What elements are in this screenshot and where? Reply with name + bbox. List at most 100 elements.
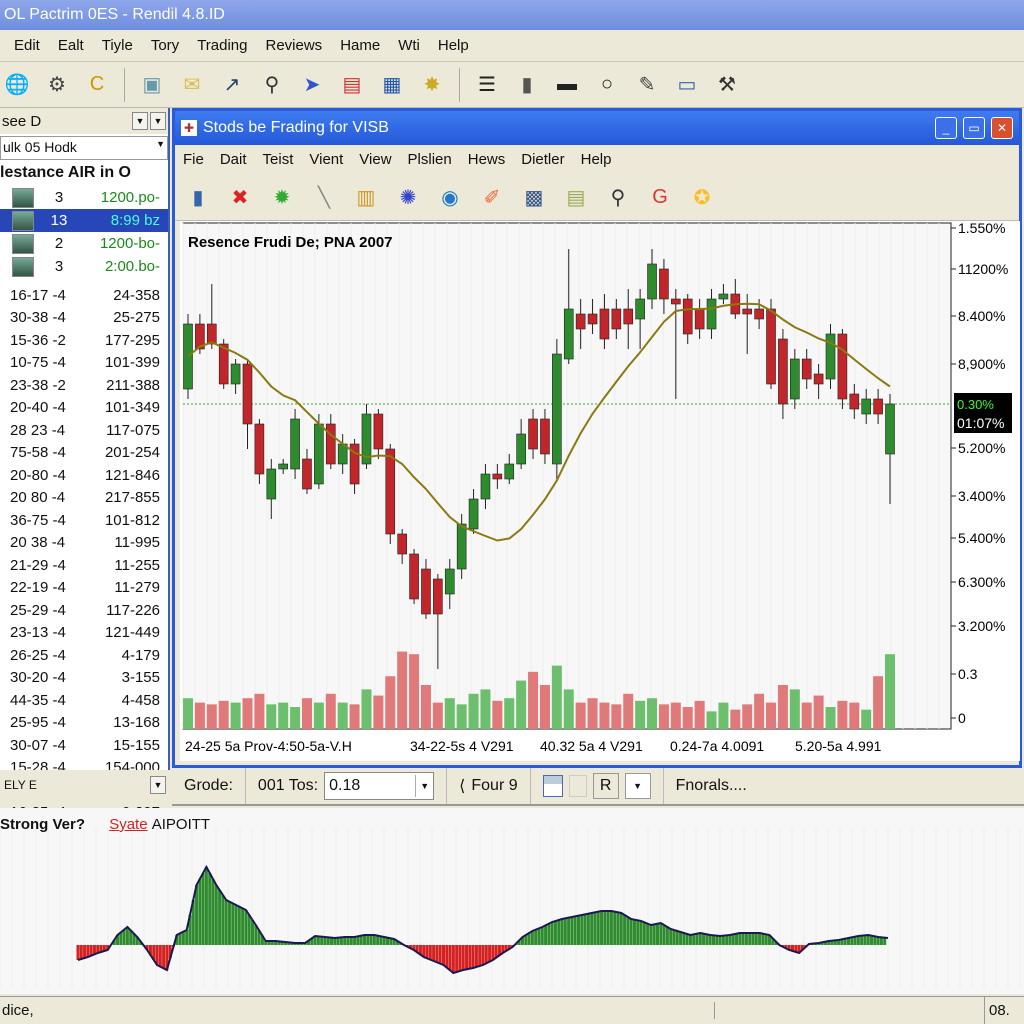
candle-body[interactable] <box>837 333 848 400</box>
candle-body[interactable] <box>206 323 217 345</box>
list-item[interactable]: 22-19 -4 11-279 <box>0 577 168 600</box>
minimize-button[interactable]: _ <box>935 117 957 139</box>
magnifier-icon[interactable]: ⚲ <box>259 72 285 98</box>
candle-body[interactable] <box>885 403 895 455</box>
badge-icon[interactable]: ✪ <box>689 185 715 211</box>
candle-body[interactable] <box>409 553 419 600</box>
candle-body[interactable] <box>290 418 300 470</box>
candle-body[interactable] <box>849 393 860 410</box>
symbol-combo[interactable]: ulk 05 Hodk ▼ <box>0 136 168 160</box>
dropdown-button[interactable]: ▼ <box>624 773 651 799</box>
list-item[interactable]: 20 38 -4 11-995 <box>0 532 168 555</box>
candle-body[interactable] <box>861 398 872 415</box>
candle-body[interactable] <box>421 568 431 615</box>
candle-body[interactable] <box>540 418 550 455</box>
candle-body[interactable] <box>433 578 443 615</box>
candle-body[interactable] <box>706 298 717 330</box>
edit-icon[interactable]: ✐ <box>479 185 505 211</box>
candle-body[interactable] <box>766 308 776 385</box>
chart-icon[interactable]: ▥ <box>353 185 379 211</box>
candle-body[interactable] <box>314 423 324 485</box>
candle-body[interactable] <box>492 473 503 480</box>
chart-menu-item[interactable]: Dait <box>220 151 247 169</box>
chart-menu-item[interactable]: View <box>359 151 391 169</box>
chart-menu-item[interactable]: Teist <box>263 151 294 169</box>
pen-icon[interactable]: ✎ <box>634 72 660 98</box>
maximize-button[interactable]: ▭ <box>963 117 985 139</box>
refresh-icon[interactable]: G <box>647 185 673 211</box>
candle-body[interactable] <box>754 308 764 320</box>
candle-body[interactable] <box>587 313 598 325</box>
symbol-row[interactable]: 13 8:99 bz <box>0 209 168 232</box>
symbol-row[interactable]: 3 2:00.bo- <box>0 255 168 278</box>
dropdown-button[interactable]: ▼ <box>150 112 166 130</box>
candle-body[interactable] <box>599 308 610 340</box>
search-icon[interactable]: ○ <box>594 72 620 98</box>
candle-body[interactable] <box>671 298 681 305</box>
chart-menu-item[interactable]: Dietler <box>521 151 564 169</box>
tos-select[interactable]: 0.18 ▼ <box>324 772 435 800</box>
candle-body[interactable] <box>254 423 265 475</box>
candle-body[interactable] <box>575 313 586 330</box>
close-button[interactable]: ✕ <box>991 117 1013 139</box>
document-icon[interactable]: ▮ <box>185 185 211 211</box>
candle-body[interactable] <box>623 308 634 325</box>
list-item[interactable]: 30-20 -4 3-155 <box>0 667 168 690</box>
candle-body[interactable] <box>373 413 384 450</box>
candle-body[interactable] <box>444 568 455 595</box>
candle-body[interactable] <box>242 363 253 425</box>
candle-body[interactable] <box>694 308 705 330</box>
list-icon[interactable]: ☰ <box>474 72 500 98</box>
blank-icon[interactable] <box>568 775 587 797</box>
menu-item[interactable]: Wti <box>398 37 420 54</box>
list-item[interactable]: 20-40 -4 101-349 <box>0 397 168 420</box>
star-icon[interactable]: ✸ <box>419 72 445 98</box>
list-item[interactable]: 20 80 -4 217-855 <box>0 487 168 510</box>
list-item[interactable]: 10-75 -4 101-399 <box>0 352 168 375</box>
list-item[interactable]: 23-13 -4 121-449 <box>0 622 168 645</box>
cursor-icon[interactable]: ➤ <box>299 72 325 98</box>
candle-body[interactable] <box>385 448 396 535</box>
four-button[interactable]: ⟨ Four 9 <box>447 768 531 804</box>
menu-item[interactable]: Reviews <box>266 37 323 54</box>
gear-icon[interactable]: ✹ <box>269 185 295 211</box>
list-item[interactable]: 26-25 -4 4-179 <box>0 644 168 667</box>
candle-body[interactable] <box>790 358 800 400</box>
chart-menu-item[interactable]: Vient <box>309 151 343 169</box>
chart-menu-item[interactable]: Fie <box>183 151 204 169</box>
report-icon[interactable]: ▤ <box>563 185 589 211</box>
window-icon[interactable]: ▭ <box>674 72 700 98</box>
picture-icon[interactable]: ▣ <box>139 72 165 98</box>
flag-icon[interactable]: ▤ <box>339 72 365 98</box>
hammer-icon[interactable]: ⚒ <box>714 72 740 98</box>
chart-menu-item[interactable]: Hews <box>468 151 506 169</box>
r-button[interactable]: R <box>592 773 619 799</box>
menu-item[interactable]: Help <box>438 37 469 54</box>
candle-body[interactable] <box>516 433 526 465</box>
list-item[interactable]: 75-58 -4 201-254 <box>0 442 168 465</box>
candle-body[interactable] <box>635 298 645 320</box>
close-x-icon[interactable]: ✖ <box>227 185 253 211</box>
list-item[interactable]: 16-17 -4 24-358 <box>0 284 168 307</box>
price-chart[interactable]: Resence Frudi De; PNA 2007 1.550% 11200% 8.… <box>180 220 1020 761</box>
arrow-curve-icon[interactable]: ↗ <box>219 72 245 98</box>
fnorals-button[interactable]: Fnorals.... <box>664 768 759 804</box>
candle-body[interactable] <box>801 358 812 380</box>
candle-body[interactable] <box>230 363 241 385</box>
candle-body[interactable] <box>302 458 312 490</box>
candle-body[interactable] <box>563 308 574 360</box>
candle-body[interactable] <box>480 473 491 500</box>
image-icon[interactable]: ▩ <box>521 185 547 211</box>
webcam-icon[interactable]: ◉ <box>437 185 463 211</box>
list-item[interactable]: 15-36 -2 177-295 <box>0 329 168 352</box>
globe-icon[interactable]: 🌐 <box>4 72 30 98</box>
menu-item[interactable]: Edit <box>14 37 40 54</box>
note-icon[interactable]: ✉ <box>179 72 205 98</box>
chart-menu-item[interactable]: Plslien <box>408 151 452 169</box>
symbol-row[interactable]: 2 1200-bo- <box>0 232 168 255</box>
magnifier-icon[interactable]: ⚲ <box>605 185 631 211</box>
candle-body[interactable] <box>647 263 657 300</box>
menu-item[interactable]: Trading <box>197 37 247 54</box>
symbol-row[interactable]: 3 1200.po- <box>0 186 168 209</box>
candle-body[interactable] <box>778 338 788 405</box>
